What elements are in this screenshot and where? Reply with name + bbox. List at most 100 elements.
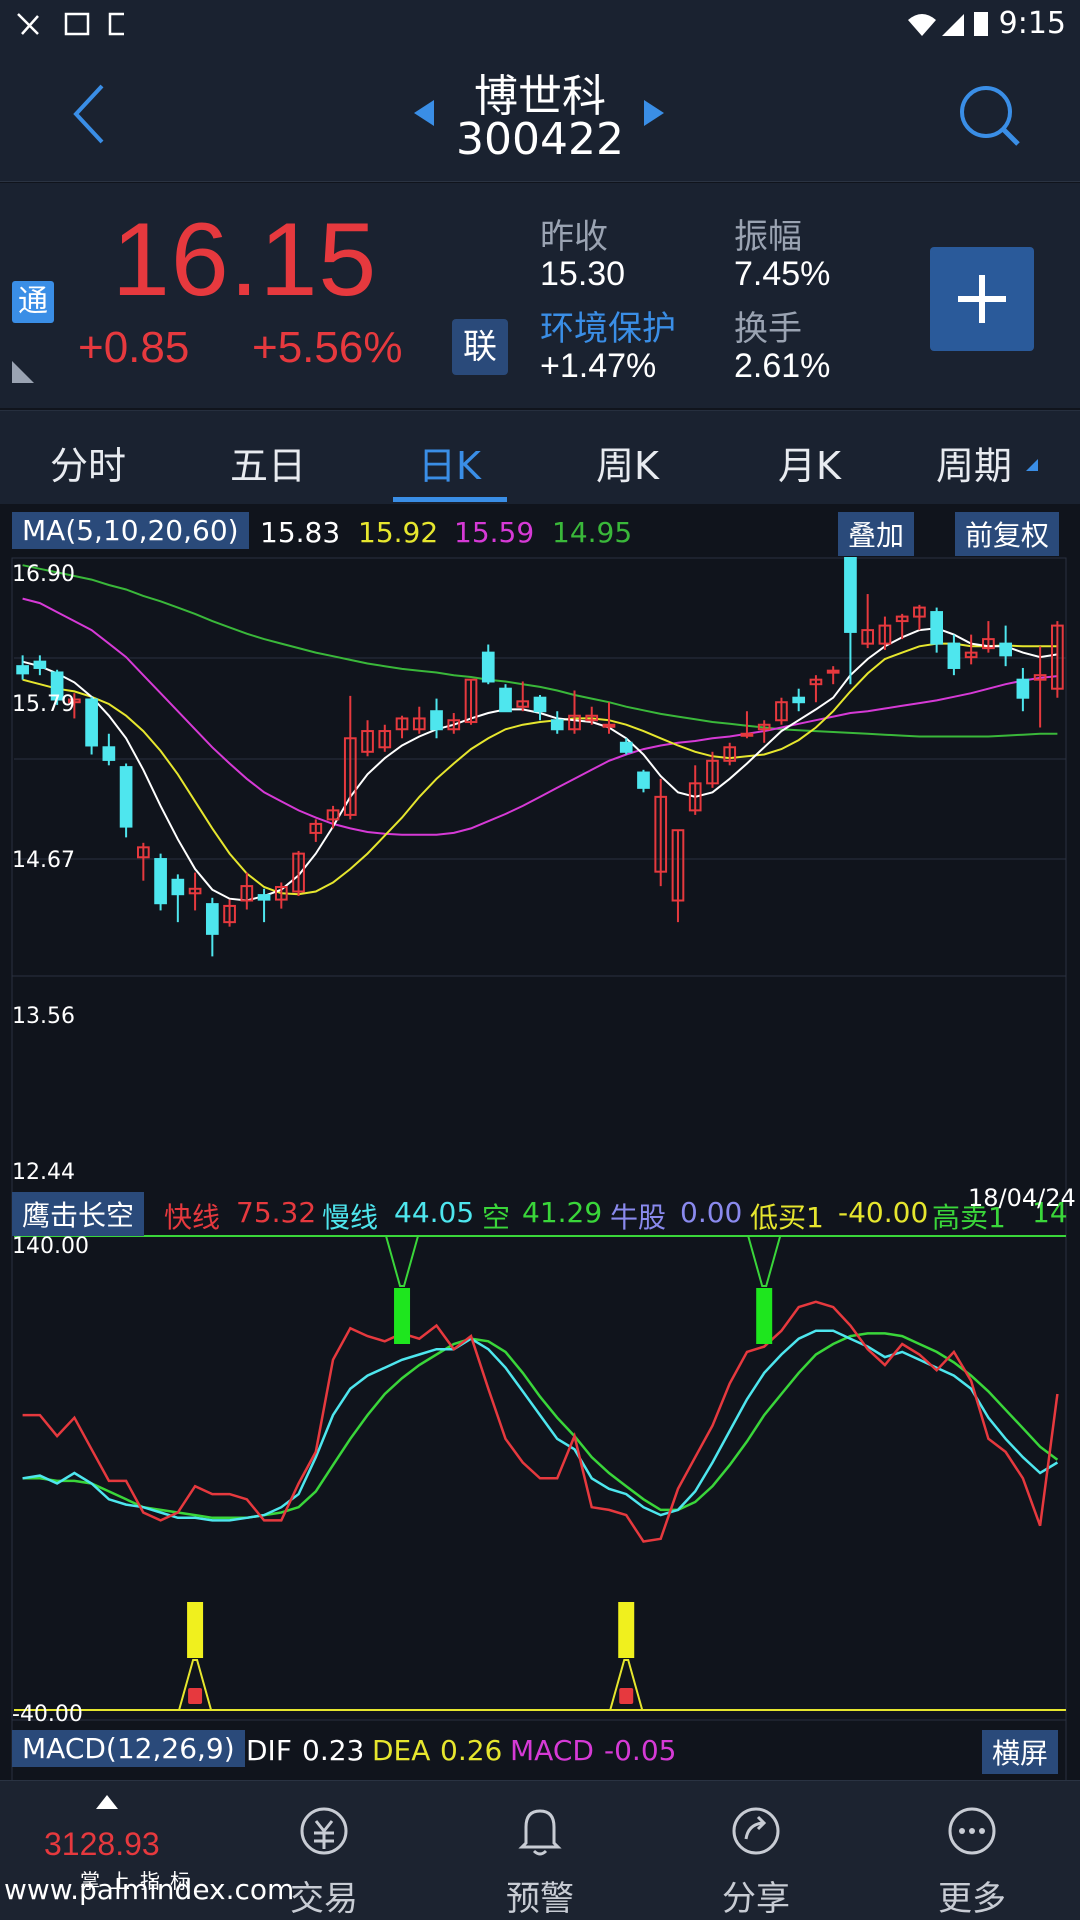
candle-body — [637, 771, 650, 789]
bull-value: 0.00 — [680, 1196, 743, 1229]
candle-body — [499, 687, 512, 713]
candle-body — [85, 698, 98, 747]
candle-body — [171, 878, 185, 896]
candle-body — [119, 766, 133, 828]
indicator-lines — [22, 1300, 1059, 1543]
share-icon[interactable] — [728, 1803, 784, 1859]
buy-signal-bar — [618, 1602, 635, 1658]
tab-weekly-k[interactable]: 周K — [596, 435, 659, 490]
sell-signal-line — [385, 1235, 419, 1287]
candle-body — [102, 746, 116, 761]
candle-body — [930, 611, 944, 645]
nav-more[interactable]: 更多 — [912, 1871, 1032, 1920]
tab-monthly-k[interactable]: 月K — [778, 435, 841, 490]
price-axis-bottom: 12.44 — [12, 1160, 75, 1185]
current-price: 16.15 — [112, 202, 378, 318]
grid-lines — [12, 557, 1066, 1721]
buy-signal-badge — [619, 1688, 634, 1704]
tab-intraday[interactable]: 分时 — [50, 435, 126, 490]
title-bar: 博世科 300422 — [0, 46, 1080, 182]
app-screen: { "status_bar": { "time": "9:15" }, "hea… — [0, 0, 1080, 1920]
clock: 9:15 — [998, 6, 1066, 41]
buy-signal-badge — [188, 1688, 203, 1704]
candle-body — [257, 894, 271, 901]
nav-trade[interactable]: 交易 — [264, 1871, 384, 1920]
macd-value: -0.05 — [604, 1734, 677, 1767]
more-icon[interactable] — [944, 1803, 1000, 1859]
candle-body — [430, 710, 443, 731]
candle-body — [999, 642, 1012, 657]
trade-icon[interactable] — [296, 1803, 352, 1859]
candle-body — [844, 557, 857, 633]
landscape-button[interactable]: 横屏 — [982, 1730, 1059, 1774]
linked-badge[interactable]: 联 — [452, 319, 508, 375]
search-icon[interactable] — [958, 84, 1022, 148]
tab-five-day[interactable]: 五日 — [230, 435, 306, 490]
indicator-empty-line — [22, 1332, 1059, 1520]
candle-body — [602, 723, 616, 728]
nav-alert[interactable]: 预警 — [480, 1871, 600, 1920]
macd-label: MACD — [510, 1734, 594, 1767]
watermark: www.palmindex.com — [4, 1873, 295, 1906]
indicator-slow-line — [22, 1329, 1059, 1522]
turnover-label: 换手 — [734, 309, 802, 349]
corner-triangle-icon — [12, 361, 34, 383]
connect-badge[interactable]: 通 — [12, 281, 54, 323]
lowbuy-value: -40.00 — [838, 1196, 929, 1229]
candle-body — [740, 732, 754, 737]
prev-close-label: 昨收 — [540, 217, 608, 257]
price-axis-top: 16.90 — [12, 562, 75, 587]
ma5-line — [22, 627, 1058, 902]
fast-label: 快线 — [164, 1201, 221, 1234]
empty-value: 41.29 — [522, 1196, 603, 1229]
slow-value: 44.05 — [394, 1196, 475, 1229]
tab-daily-k[interactable]: 日K — [418, 435, 481, 490]
price-axis-3: 14.67 — [12, 848, 75, 873]
bottom-nav: 3128.93 掌上指标 www.palmindex.com 交易 预警 分享 … — [0, 1780, 1080, 1920]
kline-chart-area[interactable]: MA(5,10,20,60) 15.83 15.92 15.59 14.95 叠… — [0, 504, 1080, 1780]
candle-body — [550, 719, 564, 731]
sell-signal-line — [747, 1235, 782, 1287]
bull-label: 牛股 — [610, 1201, 667, 1234]
amplitude-value: 7.45% — [734, 255, 831, 293]
dea-value: 0.26 — [440, 1734, 503, 1767]
dif-label: DIF — [246, 1734, 292, 1767]
signal-battery-icon — [908, 12, 988, 36]
sector-change: +1.47% — [540, 347, 657, 385]
signal-markers — [14, 1235, 1066, 1711]
nav-share[interactable]: 分享 — [696, 1871, 816, 1920]
sell-signal-bar — [756, 1288, 773, 1344]
candle-body — [154, 858, 167, 905]
tab-period[interactable]: 周期 — [936, 435, 1012, 490]
bell-icon[interactable] — [512, 1803, 568, 1859]
macd-legend-label[interactable]: MACD(12,26,9) — [12, 1730, 245, 1767]
add-watchlist-button[interactable] — [930, 247, 1034, 351]
amplitude-label: 振幅 — [734, 217, 802, 257]
candle-body — [792, 696, 806, 704]
candles — [16, 557, 1064, 957]
candle-body — [826, 669, 840, 674]
candle-body — [16, 665, 29, 675]
slow-label: 慢线 — [322, 1201, 379, 1234]
indicator-axis-top: 140.00 — [12, 1234, 89, 1259]
quote-panel: 通 16.15 +0.85 +5.56% 联 昨收 15.30 环境保护 +1.… — [0, 183, 1080, 408]
candle-body — [1016, 678, 1030, 699]
sell-signal-bar — [394, 1288, 411, 1344]
active-tab-indicator — [393, 497, 507, 502]
indicator-name[interactable]: 鹰击长空 — [12, 1192, 145, 1236]
kline-svg — [11, 557, 1067, 1780]
expand-up-icon[interactable] — [94, 1793, 120, 1811]
empty-label: 空 — [482, 1201, 511, 1234]
dropdown-triangle-icon — [1026, 459, 1038, 471]
price-axis-4: 13.56 — [12, 1004, 75, 1029]
dif-value: 0.23 — [302, 1734, 365, 1767]
price-change-pct: +5.56% — [252, 323, 403, 372]
candle-body — [205, 903, 219, 935]
index-value[interactable]: 3128.93 — [44, 1826, 160, 1863]
price-axis-2: 15.79 — [12, 692, 75, 717]
indicator-axis-bottom: -40.00 — [12, 1702, 83, 1727]
next-stock-icon[interactable] — [642, 98, 666, 128]
sector-link[interactable]: 环境保护 — [540, 301, 676, 350]
candle-body — [619, 741, 633, 753]
stock-code: 300422 — [456, 114, 624, 165]
